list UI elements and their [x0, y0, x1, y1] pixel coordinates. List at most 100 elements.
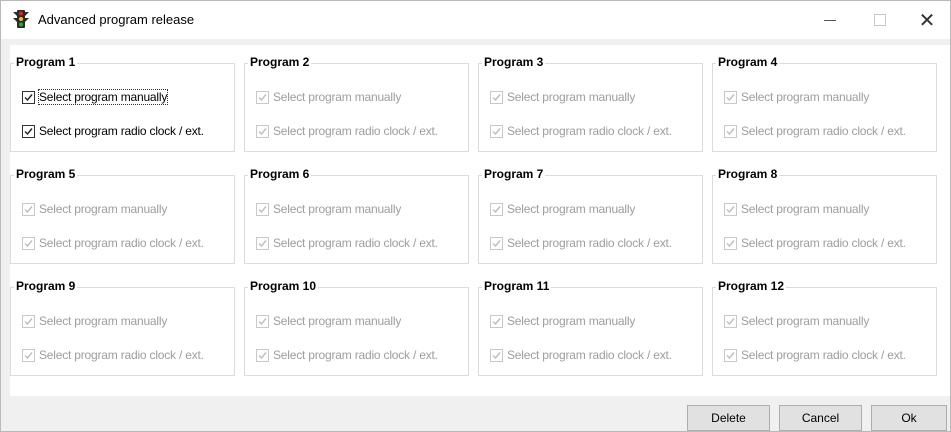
program-group-2: Program 2 Select program manually Select p…: [244, 55, 469, 152]
checkbox-label: Select program radio clock / ext.: [507, 236, 672, 250]
checkbox-box[interactable]: [724, 202, 737, 216]
checkbox-box[interactable]: [22, 202, 35, 216]
program-group-1: Program 1 Select program manually Select p…: [10, 55, 235, 152]
maximize-icon: [874, 14, 886, 26]
program-group-9: Program 9 Select program manually Select p…: [10, 279, 235, 376]
select-manually-checkbox[interactable]: Select program manually: [490, 313, 635, 329]
group-title: Program 2: [248, 55, 312, 69]
checkbox-label: Select program radio clock / ext.: [39, 124, 204, 138]
program-group-12: Program 12 Select program manually Select …: [712, 279, 937, 376]
select-manually-checkbox[interactable]: Select program manually: [22, 313, 167, 329]
checkbox-label: Select program radio clock / ext.: [507, 124, 672, 138]
checkbox-box[interactable]: [724, 124, 737, 138]
checkbox-box[interactable]: [256, 202, 269, 216]
window-title: Advanced program release: [38, 12, 195, 27]
select-manually-checkbox[interactable]: Select program manually: [724, 89, 869, 105]
checkbox-box[interactable]: [256, 348, 269, 362]
select-radio-clock-checkbox[interactable]: Select program radio clock / ext.: [22, 347, 204, 363]
minimize-icon: [824, 19, 836, 21]
checkbox-label: Select program radio clock / ext.: [741, 348, 906, 362]
program-group-3: Program 3 Select program manually Select p…: [478, 55, 703, 152]
checkbox-label: Select program manually: [741, 314, 870, 328]
select-radio-clock-checkbox[interactable]: Select program radio clock / ext.: [490, 123, 672, 139]
checkbox-box[interactable]: [490, 314, 503, 328]
maximize-button[interactable]: [857, 1, 903, 39]
checkbox-box[interactable]: [22, 90, 35, 104]
checkbox-label: Select program radio clock / ext.: [273, 236, 438, 250]
checkbox-box[interactable]: [490, 202, 503, 216]
group-title: Program 7: [482, 167, 546, 181]
checkbox-box[interactable]: [724, 90, 737, 104]
group-title: Program 5: [14, 167, 78, 181]
select-manually-checkbox[interactable]: Select program manually: [22, 201, 167, 217]
select-radio-clock-checkbox[interactable]: Select program radio clock / ext.: [22, 123, 204, 139]
program-group-8: Program 8 Select program manually Select p…: [712, 167, 937, 264]
checkbox-label: Select program manually: [273, 314, 402, 328]
checkbox-box[interactable]: [256, 314, 269, 328]
checkbox-box[interactable]: [22, 348, 35, 362]
group-title: Program 11: [482, 279, 552, 293]
group-title: Program 3: [482, 55, 546, 69]
checkbox-box[interactable]: [22, 236, 35, 250]
select-manually-checkbox[interactable]: Select program manually: [724, 313, 869, 329]
checkbox-box[interactable]: [256, 90, 269, 104]
select-radio-clock-checkbox[interactable]: Select program radio clock / ext.: [256, 235, 438, 251]
select-radio-clock-checkbox[interactable]: Select program radio clock / ext.: [490, 347, 672, 363]
checkbox-box[interactable]: [724, 348, 737, 362]
checkbox-label: Select program radio clock / ext.: [273, 348, 438, 362]
checkbox-label: Select program radio clock / ext.: [39, 236, 204, 250]
select-radio-clock-checkbox[interactable]: Select program radio clock / ext.: [724, 123, 906, 139]
cancel-button[interactable]: Cancel: [779, 405, 862, 431]
select-radio-clock-checkbox[interactable]: Select program radio clock / ext.: [22, 235, 204, 251]
delete-button[interactable]: Delete: [687, 405, 770, 431]
checkbox-box[interactable]: [256, 124, 269, 138]
select-manually-checkbox[interactable]: Select program manually: [256, 89, 401, 105]
checkbox-label: Select program radio clock / ext.: [507, 348, 672, 362]
checkbox-label: Select program manually: [507, 314, 636, 328]
checkbox-box[interactable]: [490, 124, 503, 138]
checkbox-box[interactable]: [22, 124, 35, 138]
group-title: Program 1: [14, 55, 78, 69]
ok-button[interactable]: Ok: [871, 405, 947, 431]
close-icon: ✕: [918, 8, 936, 32]
checkbox-label: Select program radio clock / ext.: [39, 348, 204, 362]
dialog-window: Advanced program release ✕ Program 1 Sele…: [0, 0, 951, 432]
close-button[interactable]: ✕: [904, 1, 950, 39]
checkbox-label: Select program radio clock / ext.: [273, 124, 438, 138]
minimize-button[interactable]: [807, 1, 853, 39]
checkbox-label: Select program manually: [39, 314, 168, 328]
checkbox-label: Select program manually: [507, 202, 636, 216]
group-title: Program 10: [248, 279, 319, 293]
program-group-11: Program 11 Select program manually Select …: [478, 279, 703, 376]
program-group-10: Program 10 Select program manually Select …: [244, 279, 469, 376]
checkbox-box[interactable]: [22, 314, 35, 328]
select-manually-checkbox[interactable]: Select program manually: [256, 201, 401, 217]
program-groups-panel: Program 1 Select program manually Select p…: [10, 45, 950, 396]
checkbox-label: Select program radio clock / ext.: [741, 236, 906, 250]
select-manually-checkbox[interactable]: Select program manually: [490, 89, 635, 105]
select-manually-checkbox[interactable]: Select program manually: [490, 201, 635, 217]
select-radio-clock-checkbox[interactable]: Select program radio clock / ext.: [256, 347, 438, 363]
select-radio-clock-checkbox[interactable]: Select program radio clock / ext.: [490, 235, 672, 251]
select-radio-clock-checkbox[interactable]: Select program radio clock / ext.: [724, 235, 906, 251]
select-radio-clock-checkbox[interactable]: Select program radio clock / ext.: [256, 123, 438, 139]
checkbox-box[interactable]: [490, 348, 503, 362]
checkbox-box[interactable]: [724, 236, 737, 250]
checkbox-label: Select program manually: [273, 90, 402, 104]
group-title: Program 6: [248, 167, 312, 181]
checkbox-box[interactable]: [490, 236, 503, 250]
traffic-light-icon: [13, 10, 29, 28]
select-manually-checkbox[interactable]: Select program manually: [22, 89, 169, 105]
group-title: Program 9: [14, 279, 78, 293]
checkbox-box[interactable]: [724, 314, 737, 328]
select-manually-checkbox[interactable]: Select program manually: [256, 313, 401, 329]
program-group-6: Program 6 Select program manually Select p…: [244, 167, 469, 264]
checkbox-box[interactable]: [256, 236, 269, 250]
select-manually-checkbox[interactable]: Select program manually: [724, 201, 869, 217]
select-radio-clock-checkbox[interactable]: Select program radio clock / ext.: [724, 347, 906, 363]
program-group-5: Program 5 Select program manually Select p…: [10, 167, 235, 264]
group-title: Program 4: [716, 55, 780, 69]
title-bar: Advanced program release ✕: [1, 1, 950, 39]
checkbox-box[interactable]: [490, 90, 503, 104]
checkbox-label: Select program manually: [741, 202, 870, 216]
